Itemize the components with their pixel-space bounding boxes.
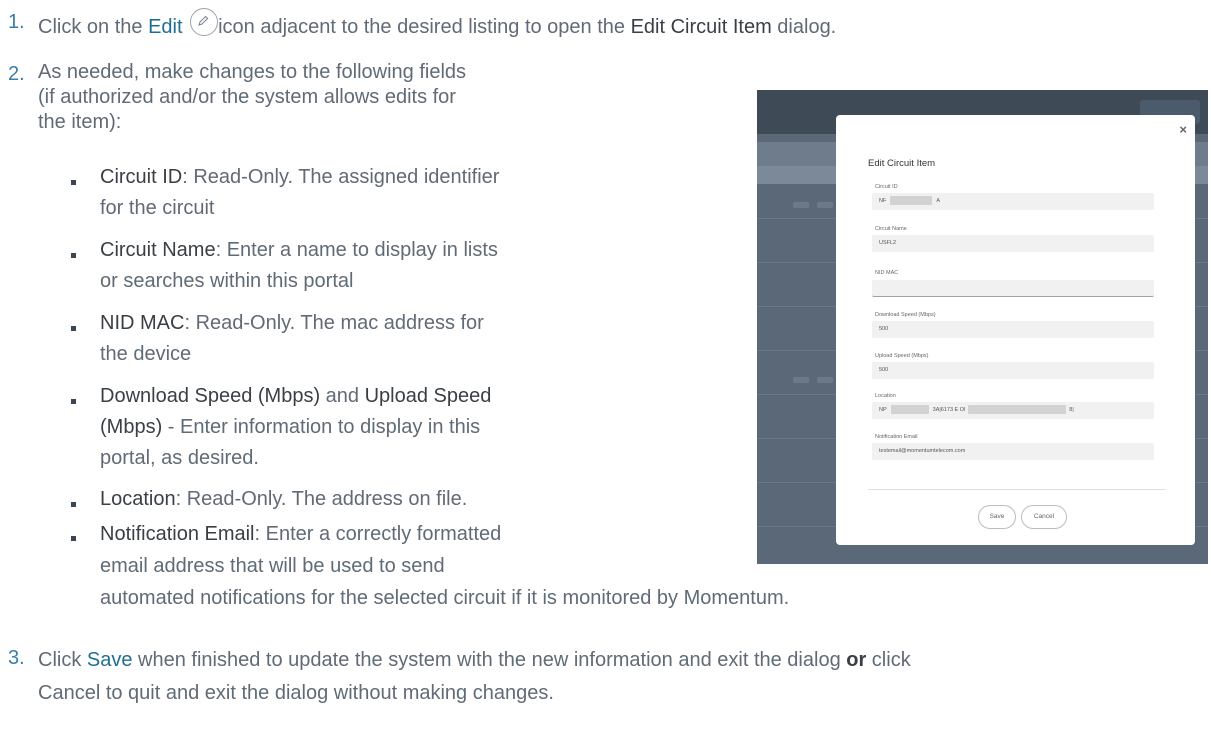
step-3-text-2: to quit and exit the dialog without maki… (100, 682, 554, 704)
square-bullet-icon (71, 326, 76, 331)
step-2-line-1: As needed, make changes to the following… (38, 61, 467, 83)
field-desc-cont: portal, as desired. (100, 447, 259, 469)
step-3-text-end: click (866, 649, 911, 671)
table-cell (817, 202, 833, 208)
dialog-divider (868, 489, 1166, 490)
step-1-post: dialog. (771, 16, 837, 38)
dialog-name-text: Edit Circuit Item (630, 16, 772, 38)
emphasis-or: or (846, 649, 867, 671)
dialog-screenshot: × Edit Circuit Item Circuit ID NF A Circu… (757, 90, 1208, 564)
square-bullet-icon (71, 180, 76, 185)
square-bullet-icon (71, 399, 76, 404)
bullet-nid-mac: NID MAC: Read-Only. The mac address for … (100, 308, 670, 370)
notification-email-field[interactable]: testemail@momentumtelecom.com (872, 443, 1154, 460)
location-value-end: 8| (1069, 407, 1074, 413)
pencil-icon (190, 8, 219, 36)
field-label: Location (100, 488, 176, 510)
save-link-text: Save (86, 649, 133, 671)
field-desc: - Enter information to display in this (162, 416, 481, 438)
field-label: Download Speed (Mbps) (100, 385, 321, 407)
table-cell (793, 377, 809, 383)
redaction-blur (890, 405, 929, 415)
step-2-line-2: (if authorized and/or the system allows … (38, 86, 456, 108)
dialog-title: Edit Circuit Item (868, 158, 936, 169)
nid-mac-field (872, 280, 1154, 297)
circuit-id-label: Circuit ID (875, 184, 898, 190)
location-value-start: NP (879, 407, 887, 413)
close-icon[interactable]: × (1179, 122, 1187, 137)
square-bullet-icon (71, 253, 76, 258)
bullet-location: Location: Read-Only. The address on file… (100, 484, 670, 515)
circuit-name-label: Circuit Name (875, 226, 907, 232)
field-desc-cont: for the circuit (100, 197, 215, 219)
field-label: (Mbps) (100, 416, 163, 438)
step-2-line-3: the item): (38, 111, 122, 133)
notification-email-label: Notification Email (875, 434, 918, 440)
bullet-speed: Download Speed (Mbps) and Upload Speed (… (100, 381, 670, 474)
cancel-button[interactable]: Cancel (1021, 505, 1067, 529)
field-label: Upload Speed (364, 385, 492, 407)
square-bullet-icon (71, 536, 76, 541)
field-desc: : Read-Only. The mac address for (184, 312, 484, 334)
edit-link-text: Edit (148, 16, 183, 38)
nid-mac-label: NID MAC (875, 270, 899, 276)
edit-circuit-item-dialog: × Edit Circuit Item Circuit ID NF A Circu… (836, 115, 1195, 545)
field-desc: : Read-Only. The address on file. (175, 488, 468, 510)
step-1-pre: Click on the (38, 16, 149, 38)
step-3-text: when finished to update the system with … (132, 649, 847, 671)
field-label: Notification Email (100, 523, 255, 545)
table-cell (817, 377, 833, 383)
location-label: Location (875, 393, 896, 399)
circuit-name-field[interactable]: USFL2 (872, 235, 1154, 252)
location-field: NP 3A|6173 E Ol 8| (872, 402, 1154, 419)
step-1-mid: icon adjacent to the desired listing to … (218, 16, 631, 38)
step-number: 2. (8, 63, 25, 85)
redaction-blur (968, 405, 1067, 415)
cancel-text: Cancel (38, 682, 101, 704)
location-value-mid: 3A|6173 E Ol (932, 407, 966, 413)
step-number: 3. (8, 647, 25, 669)
field-desc: : Read-Only. The assigned identifier (182, 166, 500, 188)
redaction-blur (890, 196, 933, 206)
step-1-text: Click on the Edit icon adjacent to the d… (38, 8, 836, 41)
field-desc-cont: the device (100, 343, 192, 365)
field-label: Circuit Name (100, 239, 216, 261)
bullet-circuit-name: Circuit Name: Enter a name to display in… (100, 235, 670, 297)
upload-speed-field[interactable]: 500 (872, 362, 1154, 379)
circuit-id-value-start: NF (879, 198, 887, 204)
circuit-id-field: NF A (872, 193, 1154, 210)
square-bullet-icon (71, 502, 76, 507)
upload-speed-label: Upload Speed (Mbps) (875, 353, 929, 359)
step-number: 1. (8, 11, 25, 33)
field-label: Circuit ID (100, 166, 183, 188)
download-speed-field[interactable]: 500 (872, 321, 1154, 338)
connector: and (320, 385, 365, 407)
field-label: NID MAC (100, 312, 185, 334)
save-button[interactable]: Save (978, 505, 1016, 529)
field-desc: : Enter a correctly formatted (254, 523, 502, 545)
bullet-circuit-id: Circuit ID: Read-Only. The assigned iden… (100, 162, 670, 224)
table-cell (793, 202, 809, 208)
field-desc: : Enter a name to display in lists (215, 239, 498, 261)
download-speed-label: Download Speed (Mbps) (875, 312, 936, 318)
circuit-id-value-end: A (936, 198, 941, 204)
step-3-pre: Click (38, 649, 87, 671)
field-desc-cont: or searches within this portal (100, 270, 354, 292)
field-desc-cont: automated notifications for the selected… (100, 587, 790, 609)
